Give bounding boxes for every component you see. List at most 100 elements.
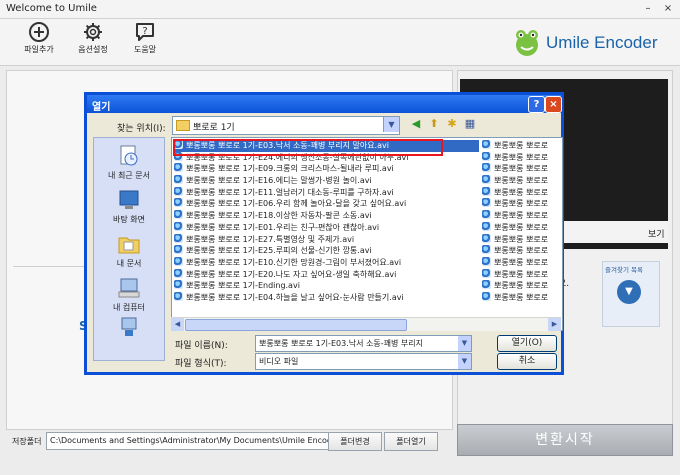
new-folder-icon[interactable]: ✱ (445, 117, 459, 131)
convert-start-button[interactable]: 변환시작 (457, 424, 673, 456)
file-list-item[interactable]: 뽀롱뽀롱 뽀로로 1기-E25.루피의 선물-신기한 깡통.avi (174, 245, 479, 257)
place-recent-label: 내 최근 문서 (108, 171, 150, 180)
chevron-down-icon[interactable]: ▼ (458, 354, 471, 369)
help-button[interactable]: ? 도움말 (122, 21, 168, 55)
scroll-right-icon[interactable]: ▶ (548, 318, 561, 331)
file-list-item[interactable]: 뽀롱뽀롱 뽀로로 1기-E18.이상한 자동차-팔콘 소동.avi (174, 210, 479, 222)
file-list-item[interactable]: 뽀롱뽀롱 뽀로로 (482, 280, 562, 292)
favorites-button[interactable]: 즐겨찾기 목록 ▼ (602, 261, 660, 327)
file-list-item-label: 뽀롱뽀롱 뽀로로 1기-E18.이상한 자동차-팔콘 소동.avi (186, 211, 372, 221)
file-column-1: 뽀롱뽀롱 뽀로로 1기-E03.낙서 소동-꽤병 부리지 말아요.avi 뽀롱뽀롱… (173, 139, 480, 304)
minimize-button[interactable]: – (640, 2, 656, 16)
file-name-label: 파일 이름(N): (175, 341, 228, 351)
file-list-item[interactable]: 뽀롱뽀롱 뽀로로 (482, 163, 562, 175)
file-list[interactable]: 뽀롱뽀롱 뽀로로 1기-E03.낙서 소동-꽤병 부리지 말아요.avi 뽀롱뽀롱… (171, 137, 563, 331)
help-icon[interactable]: ? (528, 96, 545, 113)
file-list-item[interactable]: 뽀롱뽀롱 뽀로로 (482, 210, 562, 222)
place-recent[interactable]: 내 최근 문서 (94, 144, 164, 181)
video-file-icon (174, 268, 183, 278)
file-list-item[interactable]: 뽀롱뽀롱 뽀로로 1기-E01.우리는 친구-편찮아 괜찮아.avi (174, 221, 479, 234)
save-path-field[interactable]: C:\Documents and Settings\Administrator\… (46, 432, 329, 450)
file-list-item-label: 뽀롱뽀롱 뽀로로 1기-E04.하늘을 날고 싶어요-눈사람 만들기.avi (186, 292, 404, 302)
file-list-item[interactable]: 뽀롱뽀롱 뽀로로 (482, 233, 562, 246)
change-folder-button[interactable]: 폴더변경 (328, 432, 382, 451)
gear-icon (84, 23, 102, 41)
file-list-item[interactable]: 뽀롱뽀롱 뽀로로 1기-E27.특별영상 및 주제가.avi (174, 233, 479, 246)
horizontal-scrollbar[interactable]: ◀ ▶ (171, 317, 561, 331)
video-file-icon (482, 198, 491, 208)
svg-text:?: ? (142, 26, 147, 37)
file-list-item[interactable]: 뽀롱뽀롱 뽀로로 (482, 198, 562, 210)
file-list-item[interactable]: 뽀롱뽀롱 뽀로로 1기-E06.우리 함께 놀아요-달을 갖고 싶어요.avi (174, 198, 479, 210)
back-icon[interactable]: ◀ (409, 117, 423, 131)
save-folder-bar: 저장폴더 C:\Documents and Settings\Administr… (6, 432, 451, 452)
file-list-item[interactable]: 뽀롱뽀롱 뽀로로 (482, 140, 562, 152)
view-menu-icon[interactable]: ▦ (463, 117, 477, 131)
video-file-icon (482, 210, 491, 220)
place-my-computer[interactable]: 내 컴퓨터 (94, 276, 164, 313)
video-file-icon (174, 280, 183, 290)
file-column-2: 뽀롱뽀롱 뽀로로 뽀롱뽀롱 뽀로로 뽀롱뽀롱 뽀로로 뽀롱뽀롱 뽀로로 뽀롱뽀롱 뽀로로… (482, 140, 562, 304)
place-my-documents[interactable]: 내 문서 (94, 232, 164, 269)
recent-documents-icon (116, 144, 142, 168)
add-file-label: 파일추가 (24, 45, 54, 54)
file-list-item[interactable]: 뽀롱뽀롱 뽀로로 (482, 175, 562, 187)
file-list-item[interactable]: 뽀롱뽀롱 뽀로로 (482, 221, 562, 234)
place-network[interactable] (94, 316, 164, 342)
place-my-documents-label: 내 문서 (116, 259, 142, 268)
file-list-item[interactable]: 뽀롱뽀롱 뽀로로 1기-E10.신기한 망원경-그림이 부서졌어요.avi (174, 256, 479, 269)
file-list-item-label: 뽀롱뽀롱 뽀로로 1기-E06.우리 함께 놀아요-달을 갖고 싶어요.avi (186, 199, 407, 209)
app-logo: Umile Encoder (510, 26, 670, 60)
file-list-item[interactable]: 뽀롱뽀롱 뽀로로 1기-E04.하늘을 날고 싶어요-눈사람 만들기.avi (174, 291, 479, 304)
help-label: 도움말 (133, 45, 157, 54)
up-folder-icon[interactable]: ⬆ (427, 117, 441, 131)
place-desktop[interactable]: 바탕 화면 (94, 188, 164, 225)
file-name-value: 뽀롱뽀롱 뽀로로 1기-E03.낙서 소동-꽤병 부리지 (259, 339, 423, 348)
open-button[interactable]: 열기(O) (497, 335, 557, 352)
my-computer-icon (116, 276, 142, 300)
file-list-item[interactable]: 뽀롱뽀롱 뽀로로 (482, 268, 562, 281)
cancel-button[interactable]: 취소 (497, 353, 557, 370)
file-list-item[interactable]: 뽀롱뽀롱 뽀로로 (482, 151, 562, 164)
file-type-select[interactable]: 비디오 파일 ▼ (255, 353, 472, 370)
chevron-down-icon[interactable]: ▼ (458, 336, 471, 351)
file-list-item[interactable]: 뽀롱뽀롱 뽀로로 1기-E16.에디는 말썽가-병원 놀이.avi (174, 175, 479, 187)
video-file-icon (482, 280, 491, 290)
file-list-item-label: 뽀롱뽀롱 뽀로로 (494, 222, 549, 232)
file-name-input[interactable]: 뽀롱뽀롱 뽀로로 1기-E03.낙서 소동-꽤병 부리지 ▼ (255, 335, 472, 352)
file-list-item[interactable]: 뽀롱뽀롱 뽀로로 1기-Ending.avi (174, 280, 479, 292)
video-file-icon (174, 256, 183, 266)
close-icon[interactable]: × (545, 96, 562, 113)
close-button[interactable]: × (660, 2, 676, 16)
look-in-select[interactable]: 뽀로로 1기 ▼ (172, 116, 400, 135)
scroll-left-icon[interactable]: ◀ (171, 318, 184, 331)
video-file-icon (174, 291, 183, 301)
video-file-icon (482, 163, 491, 173)
scroll-thumb[interactable] (185, 319, 407, 331)
selected-file-highlight (173, 139, 443, 156)
add-file-button[interactable]: 파일추가 (16, 21, 62, 55)
dialog-title-bar: 열기 ? × (87, 95, 562, 113)
place-desktop-label: 바탕 화면 (113, 215, 145, 224)
file-list-item[interactable]: 뽀롱뽀롱 뽀로로 (482, 245, 562, 257)
file-list-item-label: 뽀롱뽀롱 뽀로로 1기-E01.우리는 친구-편찮아 괜찮아.avi (186, 222, 380, 232)
options-label: 옵션설정 (78, 45, 108, 54)
file-list-item-label: 뽀롱뽀롱 뽀로로 1기-E27.특별영상 및 주제가.avi (186, 234, 355, 244)
place-my-computer-label: 내 컴퓨터 (113, 303, 145, 312)
options-button[interactable]: 옵션설정 (70, 21, 116, 55)
open-folder-button[interactable]: 폴더열기 (384, 432, 438, 451)
file-list-item[interactable]: 뽀롱뽀롱 뽀로로 1기-E09.크롱의 크리스마스-될내라 루피.avi (174, 163, 479, 175)
folder-icon (176, 120, 190, 131)
video-file-icon (482, 151, 491, 161)
file-list-item[interactable]: 뽀롱뽀롱 뽀로로 (482, 186, 562, 199)
open-file-dialog: 열기 ? × 찾는 위치(I): 뽀로로 1기 ▼ ◀ ⬆ ✱ ▦ 내 최근 문… (84, 92, 564, 375)
video-file-icon (174, 245, 183, 255)
file-list-item[interactable]: 뽀롱뽀롱 뽀로로 (482, 256, 562, 269)
file-list-item[interactable]: 뽀롱뽀롱 뽀로로 1기-E20.나도 자고 싶어요-생일 축하해요.avi (174, 268, 479, 281)
title-bar: Welcome to Umile – × (0, 0, 680, 19)
file-list-item[interactable]: 뽀롱뽀롱 뽀로로 (482, 291, 562, 304)
file-list-item[interactable]: 뽀롱뽀롱 뽀로로 1기-E11.얼남러기 대소동-루피를 구하자.avi (174, 186, 479, 199)
file-list-item-label: 뽀롱뽀롱 뽀로로 1기-E25.루피의 선물-신기한 깡통.avi (186, 246, 372, 256)
video-file-icon (174, 210, 183, 220)
file-list-item-label: 뽀롱뽀롱 뽀로로 (494, 176, 549, 186)
